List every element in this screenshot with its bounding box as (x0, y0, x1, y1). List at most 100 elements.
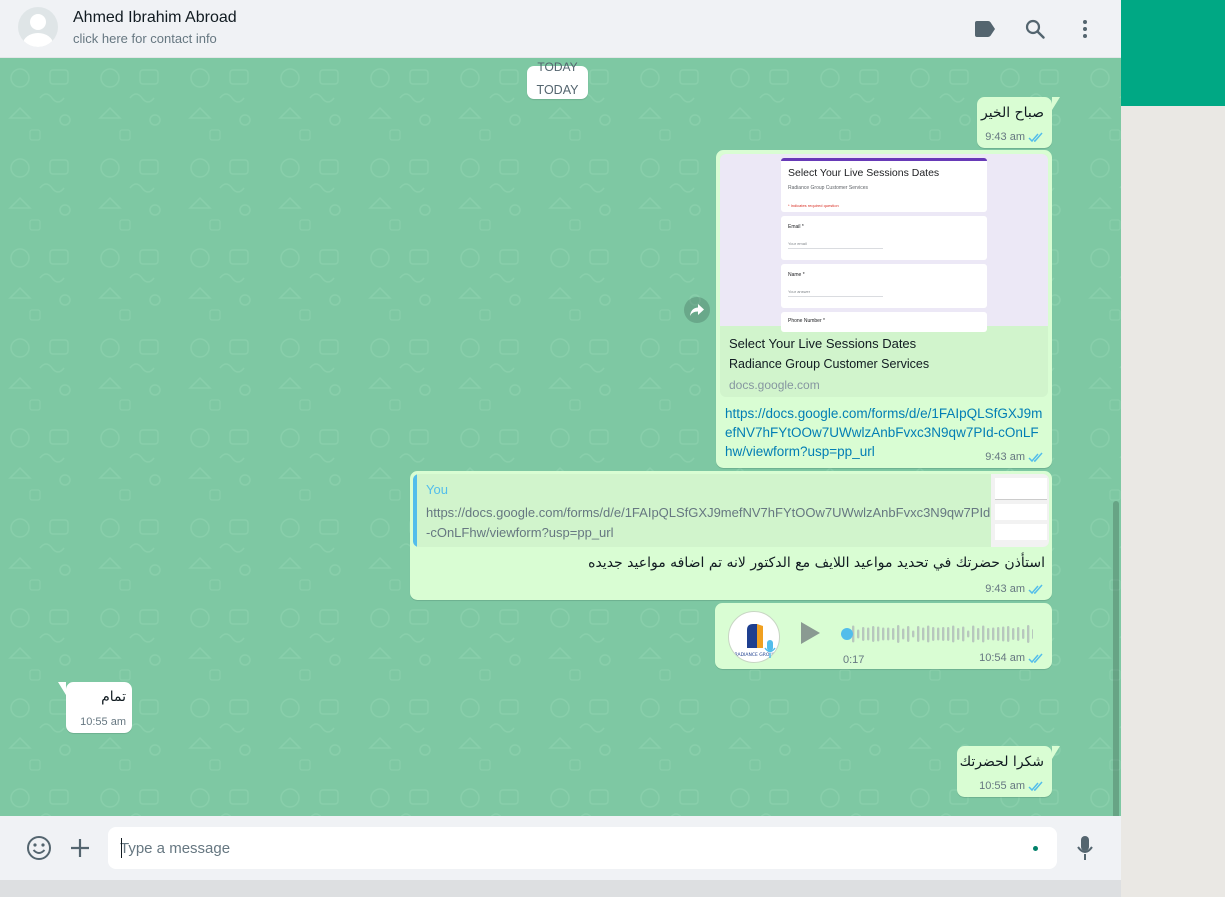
message-time: 10:55 am (979, 780, 1025, 792)
waveform-bar (877, 626, 880, 642)
message-bubble-outgoing-voice[interactable]: RADIANCE GROUP 0:17 10:54 am (715, 603, 1052, 669)
waveform-bar (932, 627, 935, 641)
link-preview-card[interactable]: Select Your Live Sessions Dates Radiance… (720, 154, 1048, 397)
side-panel-bottom (1121, 106, 1225, 897)
microphone-icon[interactable] (1074, 835, 1096, 861)
message-time: 9:43 am (985, 451, 1025, 463)
label-icon[interactable] (973, 17, 997, 41)
waveform-bar (947, 627, 950, 641)
message-bubble-outgoing-reply[interactable]: You https://docs.google.com/forms/d/e/1F… (410, 471, 1052, 600)
date-separator-label: TODAY (536, 83, 579, 97)
read-ticks-icon (1028, 653, 1043, 663)
form-field-phone: Phone Number * (781, 312, 987, 332)
waveform-bar (922, 627, 925, 641)
message-text: تمام (101, 689, 126, 705)
form-field-label: Email * (788, 224, 804, 230)
link-preview-image: Select Your Live Sessions Dates Radiance… (720, 154, 1048, 332)
waveform-bar (927, 625, 930, 643)
microphone-badge-icon (764, 640, 776, 658)
message-time: 10:55 am (80, 716, 126, 728)
waveform-bar (962, 626, 965, 642)
message-meta: 10:54 am (979, 652, 1044, 664)
message-meta: 9:43 am (985, 131, 1044, 143)
waveform-bar (872, 626, 875, 642)
read-ticks-icon (1028, 132, 1043, 142)
waveform-bar (967, 630, 970, 638)
message-bubble-outgoing[interactable]: شكرا لحضرتك 10:55 am (957, 746, 1060, 797)
read-ticks-icon (1028, 584, 1043, 594)
read-ticks-icon (1028, 452, 1043, 462)
message-list[interactable]: TODAY TODAY صباح الخير 9:43 am Select Yo… (0, 58, 1121, 816)
emoji-icon[interactable] (26, 835, 52, 861)
date-separator-ghost: TODAY (537, 60, 578, 74)
waveform-bar (887, 627, 890, 641)
waveform-bar (977, 628, 980, 640)
form-field-name: Name * Your answer (781, 264, 987, 308)
forward-icon[interactable] (684, 297, 710, 323)
voice-progress-knob[interactable] (841, 628, 853, 640)
form-title: Select Your Live Sessions Dates (788, 167, 940, 179)
chat-header[interactable]: Ahmed Ibrahim Abroad click here for cont… (0, 0, 1121, 58)
waveform-bar (917, 626, 920, 642)
date-separator: TODAY TODAY (527, 60, 588, 99)
waveform-bar (1012, 628, 1015, 640)
message-meta: 10:55 am (979, 780, 1044, 792)
form-subtitle: Radiance Group Customer Services (788, 185, 869, 191)
form-field-placeholder: Your answer (788, 289, 811, 294)
waveform-bar (892, 628, 895, 640)
waveform-bar (937, 627, 940, 641)
message-meta: 10:55 am (80, 716, 126, 728)
contact-info-hint[interactable]: click here for contact info (73, 31, 217, 46)
waveform-bar (1007, 626, 1010, 642)
waveform-bar (912, 630, 915, 638)
waveform-bar (1022, 629, 1025, 639)
message-input[interactable] (120, 827, 1020, 869)
waveform-bar (867, 627, 870, 641)
link-preview-description: Radiance Group Customer Services (729, 357, 930, 371)
message-meta: 9:43 am (985, 451, 1044, 463)
message-text: استأذن حضرتك في تحديد مواعيد اللايف مع ا… (588, 555, 1045, 571)
message-time: 9:43 am (985, 131, 1025, 143)
chat-scrollbar[interactable] (1113, 501, 1119, 816)
read-ticks-icon (1028, 781, 1043, 791)
message-time: 9:43 am (985, 583, 1025, 595)
voice-duration: 0:17 (843, 654, 865, 666)
side-panel-top (1121, 0, 1225, 106)
form-required-note: * Indicates required question (788, 203, 839, 208)
chat-window: Ahmed Ibrahim Abroad click here for cont… (0, 0, 1121, 880)
waveform-bar (1027, 625, 1030, 643)
message-input-box[interactable] (108, 827, 1057, 869)
waveform-bar (897, 625, 900, 643)
form-field-placeholder: Your email (788, 241, 807, 246)
waveform-bar (992, 627, 995, 641)
quoted-thumbnail (991, 474, 1049, 547)
link-preview-title: Select Your Live Sessions Dates (729, 336, 917, 351)
menu-icon[interactable] (1073, 17, 1097, 41)
message-bubble-incoming[interactable]: تمام 10:55 am (58, 682, 132, 733)
play-icon[interactable] (801, 622, 820, 644)
search-icon[interactable] (1023, 17, 1047, 41)
waveform-bar (882, 627, 885, 641)
waveform-bar (982, 625, 985, 643)
form-header-card: Select Your Live Sessions Dates Radiance… (781, 158, 987, 212)
link-preview-domain: docs.google.com (729, 378, 820, 392)
waveform-bar (972, 625, 975, 643)
waveform-bar (1032, 629, 1033, 639)
waveform-bar (957, 628, 960, 640)
waveform-bar (1017, 627, 1020, 641)
text-cursor (121, 838, 122, 858)
message-bubble-outgoing-link[interactable]: Select Your Live Sessions Dates Radiance… (716, 150, 1052, 468)
form-field-label: Name * (788, 272, 805, 278)
waveform-bar (902, 628, 905, 640)
plus-icon[interactable] (68, 836, 92, 860)
quoted-message[interactable]: You https://docs.google.com/forms/d/e/1F… (413, 474, 1049, 547)
voice-waveform[interactable] (841, 623, 1033, 645)
waveform-bar (857, 629, 860, 639)
form-field-label: Phone Number * (788, 318, 825, 324)
contact-avatar[interactable] (18, 7, 58, 47)
message-bubble-outgoing[interactable]: صباح الخير 9:43 am (977, 97, 1060, 148)
message-text: صباح الخير (980, 105, 1044, 121)
contact-name[interactable]: Ahmed Ibrahim Abroad (73, 9, 237, 27)
message-meta: 9:43 am (985, 583, 1044, 595)
message-time: 10:54 am (979, 652, 1025, 664)
